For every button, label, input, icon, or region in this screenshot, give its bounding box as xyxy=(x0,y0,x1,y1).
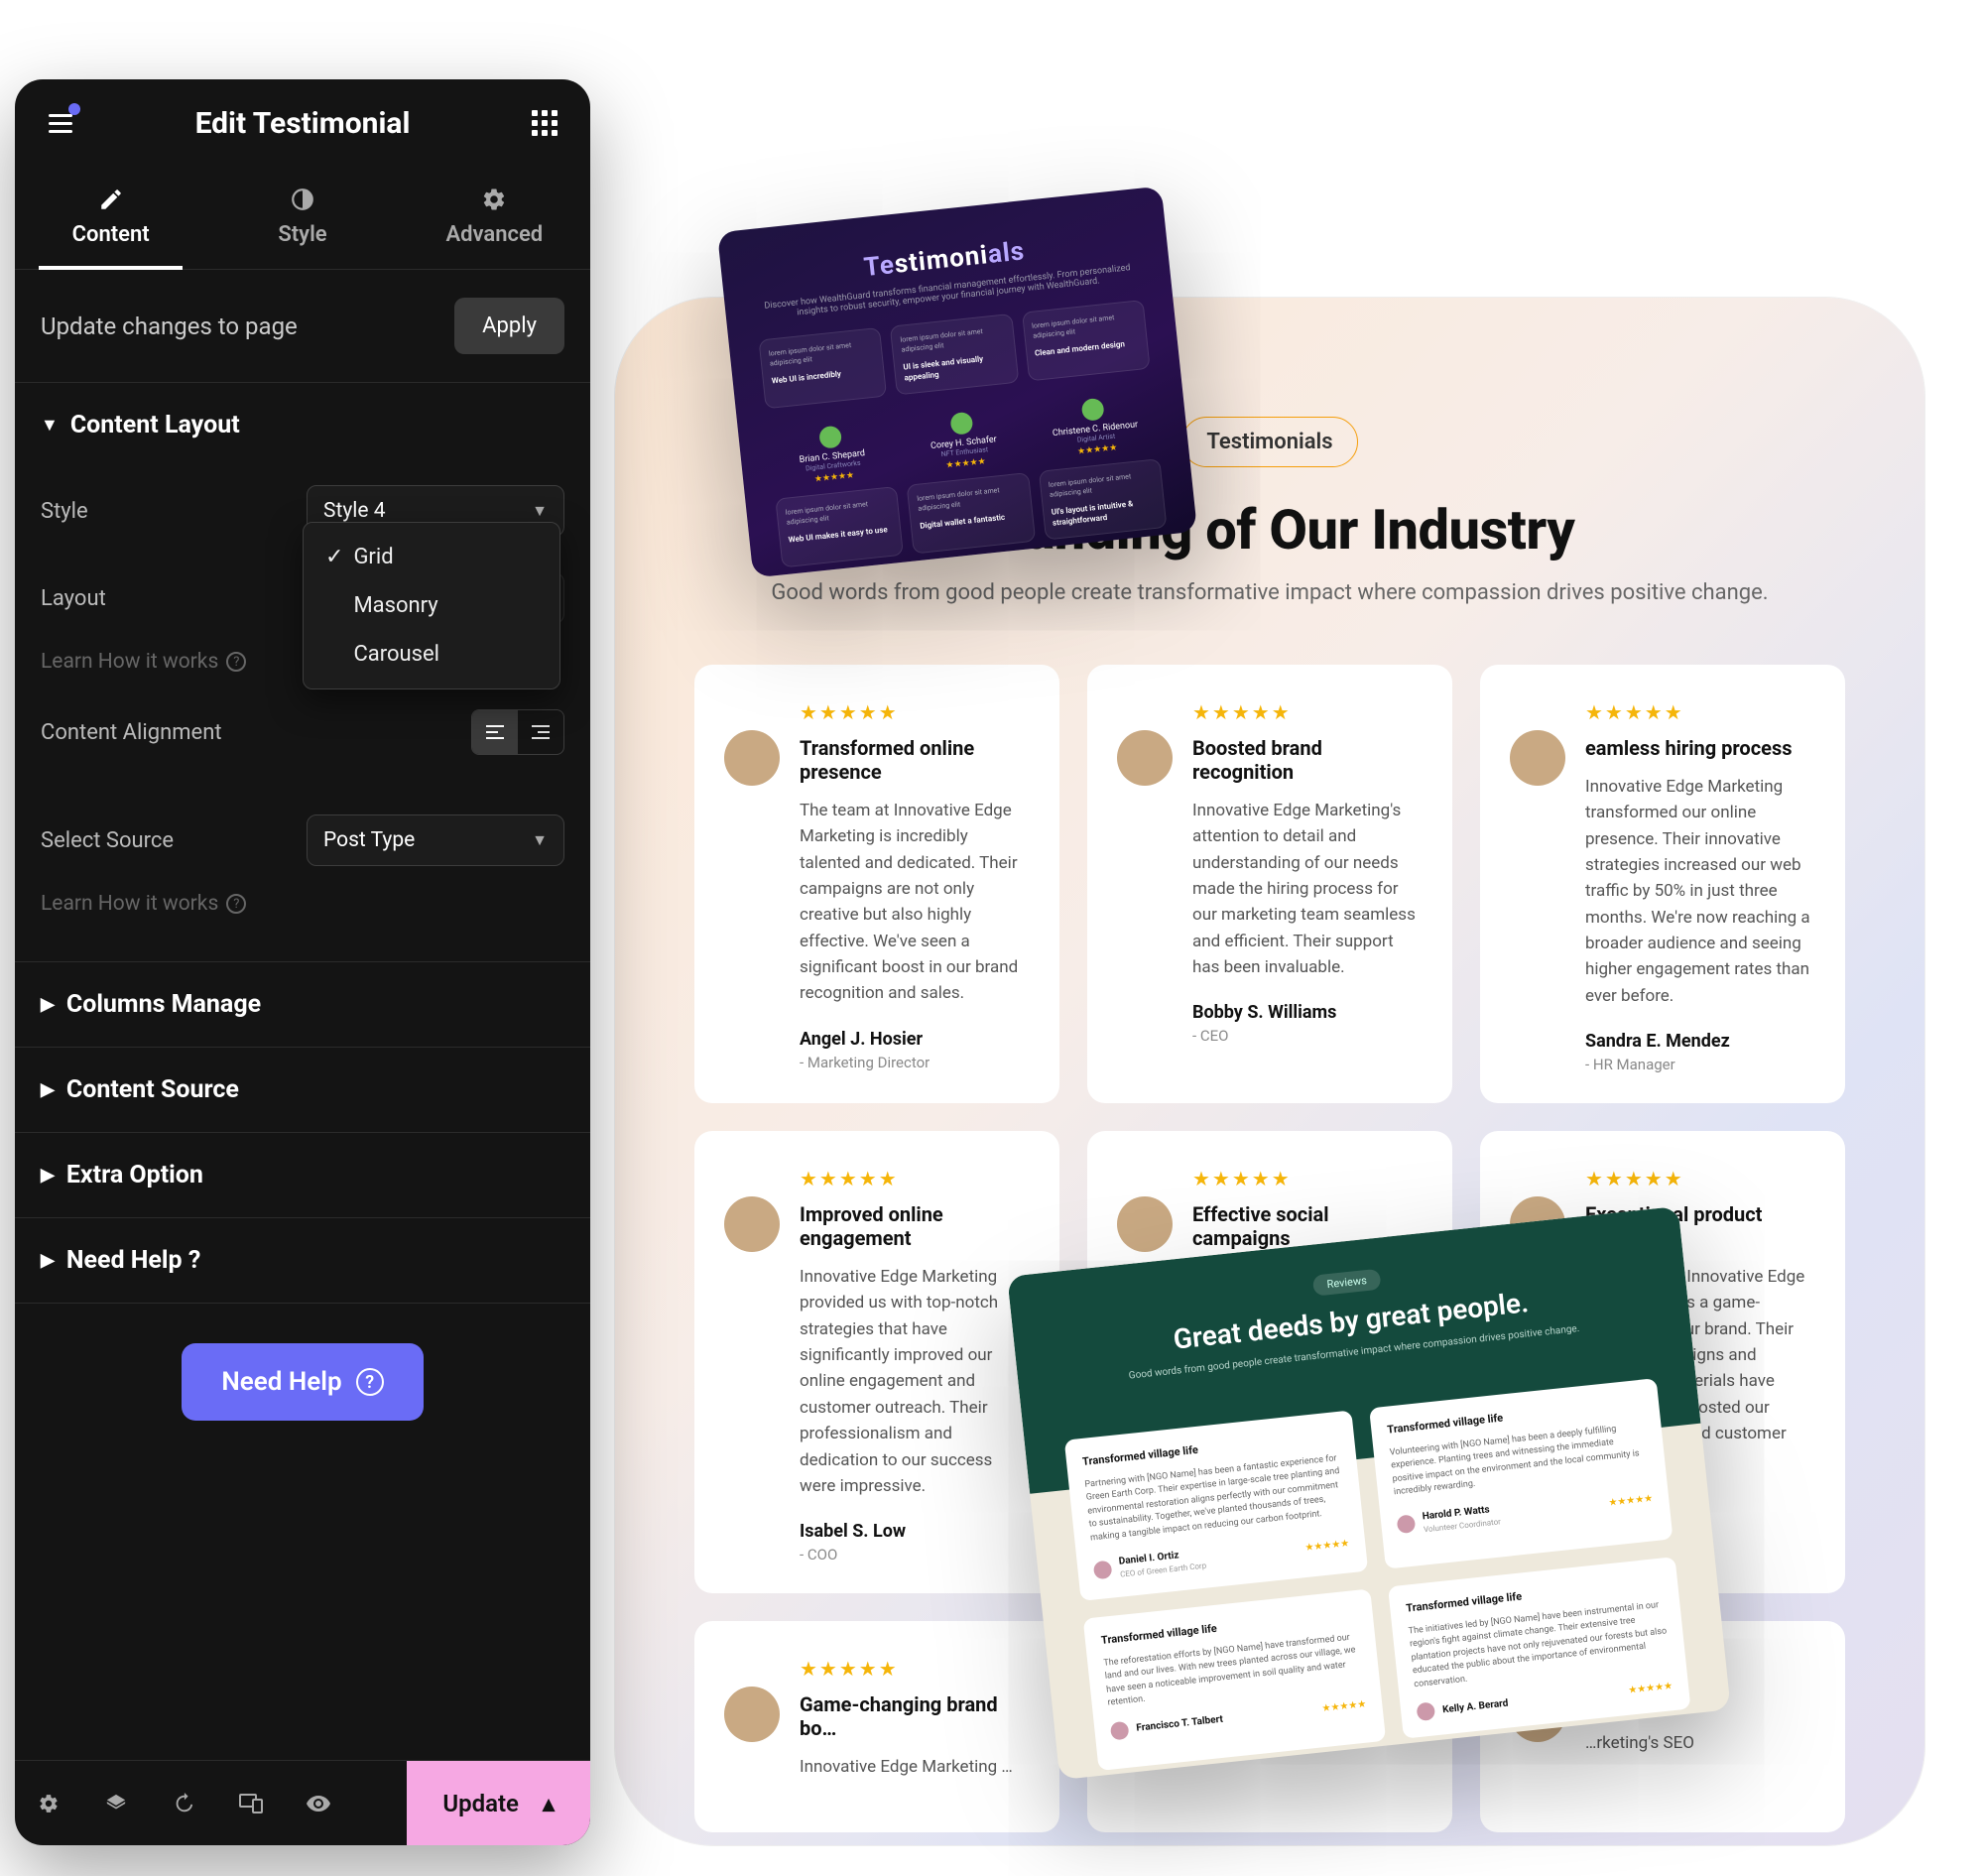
testimonial-role: - COO xyxy=(800,1546,1030,1563)
apply-text: Update changes to page xyxy=(41,313,298,340)
panel-title: Edit Testimonial xyxy=(195,106,411,141)
editor-panel: Edit Testimonial Content Style Advanced … xyxy=(15,79,590,1845)
align-left-button[interactable] xyxy=(472,710,518,754)
caret-right-icon: ▶ xyxy=(41,1079,55,1100)
align-left-icon xyxy=(485,724,505,740)
section-content-layout-toggle[interactable]: ▼ Content Layout xyxy=(15,383,590,467)
help-icon: ? xyxy=(226,652,246,672)
hamburger-menu-button[interactable] xyxy=(39,101,82,145)
screenshot-dark-testimonials: Testimonials Discover how WealthGuard tr… xyxy=(717,186,1197,577)
panel-tabs: Content Style Advanced xyxy=(15,167,590,270)
tab-advanced[interactable]: Advanced xyxy=(399,167,590,269)
gear-icon xyxy=(481,187,507,212)
layout-option-grid[interactable]: ✓Grid xyxy=(304,533,559,581)
preview-button[interactable] xyxy=(285,1796,352,1812)
star-rating: ★★★★★ xyxy=(1585,700,1815,724)
hint-learn-2[interactable]: Learn How it works ? xyxy=(41,884,564,934)
section-need-help-toggle[interactable]: ▶Need Help ? xyxy=(15,1218,590,1303)
avatar xyxy=(1117,1196,1173,1252)
help-icon: ? xyxy=(226,894,246,914)
update-button[interactable]: Update ▴ xyxy=(407,1761,590,1845)
testimonial-name: Isabel S. Low xyxy=(800,1521,1030,1542)
help-icon: ? xyxy=(356,1368,384,1396)
align-right-icon xyxy=(531,724,551,740)
testimonial-title: Improved online engagement xyxy=(800,1202,1030,1250)
source-select[interactable]: Post Type▼ xyxy=(307,814,564,866)
testimonial-title: Game-changing brand bo… xyxy=(800,1692,1030,1740)
testimonial-text: The team at Innovative Edge Marketing is… xyxy=(800,798,1030,1007)
preview-sub: Good words from good people create trans… xyxy=(694,580,1845,605)
alignment-label: Content Alignment xyxy=(41,720,222,745)
navigator-button[interactable] xyxy=(82,1793,150,1814)
avatar xyxy=(724,730,780,786)
screenshot-green-reviews: Reviews Great deeds by great people. Goo… xyxy=(1007,1206,1731,1780)
caret-down-icon: ▼ xyxy=(41,415,59,436)
preview-badge: Testimonials xyxy=(1181,417,1357,467)
section-content-source-toggle[interactable]: ▶Content Source xyxy=(15,1048,590,1132)
star-rating: ★★★★★ xyxy=(1585,1167,1815,1190)
layout-dropdown: ✓Grid ✓Masonry ✓Carousel xyxy=(303,522,560,689)
avatar xyxy=(1117,730,1173,786)
widgets-grid-button[interactable] xyxy=(523,101,566,145)
history-icon xyxy=(173,1793,194,1814)
caret-right-icon: ▶ xyxy=(41,994,55,1015)
star-rating: ★★★★★ xyxy=(800,1167,1030,1190)
testimonial-title: Transformed online presence xyxy=(800,736,1030,784)
testimonial-title: Boosted brand recognition xyxy=(1192,736,1423,784)
testimonial-text: Innovative Edge Marketing transformed ou… xyxy=(1585,774,1815,1009)
section-extra-option-toggle[interactable]: ▶Extra Option xyxy=(15,1133,590,1217)
star-rating: ★★★★★ xyxy=(800,700,1030,724)
testimonial-text: …rketing's SEO xyxy=(1585,1730,1815,1756)
layout-label: Layout xyxy=(41,586,106,611)
star-rating: ★★★★★ xyxy=(800,1657,1030,1681)
tab-style[interactable]: Style xyxy=(206,167,398,269)
avatar xyxy=(724,1687,780,1742)
gear-icon xyxy=(38,1793,60,1814)
layout-option-carousel[interactable]: ✓Carousel xyxy=(304,630,559,679)
avatar xyxy=(724,1196,780,1252)
testimonial-text: Innovative Edge Marketing provided us wi… xyxy=(800,1264,1030,1499)
testimonial-name: Bobby S. Williams xyxy=(1192,1002,1423,1023)
chevron-down-icon: ▼ xyxy=(532,830,548,850)
tab-content[interactable]: Content xyxy=(15,167,206,269)
section-columns-toggle[interactable]: ▶Columns Manage xyxy=(15,962,590,1047)
caret-right-icon: ▶ xyxy=(41,1250,55,1271)
contrast-icon xyxy=(290,187,315,212)
align-right-button[interactable] xyxy=(518,710,563,754)
eye-icon xyxy=(307,1796,330,1812)
testimonial-text: Innovative Edge Marketing's attention to… xyxy=(1192,798,1423,980)
avatar xyxy=(1510,730,1565,786)
apply-button[interactable]: Apply xyxy=(454,298,564,354)
testimonial-role: - CEO xyxy=(1192,1027,1423,1045)
responsive-button[interactable] xyxy=(217,1794,285,1813)
layers-icon xyxy=(105,1793,127,1814)
testimonial-name: Sandra E. Mendez xyxy=(1585,1031,1815,1052)
layout-option-masonry[interactable]: ✓Masonry xyxy=(304,581,559,630)
source-label: Select Source xyxy=(41,828,174,853)
settings-button[interactable] xyxy=(15,1793,82,1814)
chevron-up-icon: ▴ xyxy=(543,1790,555,1817)
testimonial-name: Angel J. Hosier xyxy=(800,1029,1030,1050)
testimonial-card: ★★★★★ Game-changing brand bo… Innovative… xyxy=(694,1621,1059,1831)
testimonial-card: ★★★★★ Improved online engagement Innovat… xyxy=(694,1131,1059,1593)
need-help-button[interactable]: Need Help ? xyxy=(182,1343,423,1421)
star-rating: ★★★★★ xyxy=(1192,700,1423,724)
responsive-icon xyxy=(239,1794,263,1813)
testimonial-title: eamless hiring process xyxy=(1585,736,1815,760)
star-rating: ★★★★★ xyxy=(1192,1167,1423,1190)
panel-footer: Update ▴ xyxy=(15,1760,590,1845)
testimonial-role: - Marketing Director xyxy=(800,1054,1030,1071)
pencil-icon xyxy=(98,187,124,212)
testimonial-role: - HR Manager xyxy=(1585,1056,1815,1073)
testimonial-card: ★★★★★ Boosted brand recognition Innovati… xyxy=(1087,665,1452,1103)
testimonial-text: Innovative Edge Marketing … xyxy=(800,1754,1030,1780)
history-button[interactable] xyxy=(150,1793,217,1814)
alignment-group xyxy=(471,709,564,755)
testimonial-card: ★★★★★ Transformed online presence The te… xyxy=(694,665,1059,1103)
chevron-down-icon: ▼ xyxy=(532,501,548,521)
testimonial-card: ★★★★★ eamless hiring process Innovative … xyxy=(1480,665,1845,1103)
caret-right-icon: ▶ xyxy=(41,1165,55,1186)
style-label: Style xyxy=(41,499,88,524)
